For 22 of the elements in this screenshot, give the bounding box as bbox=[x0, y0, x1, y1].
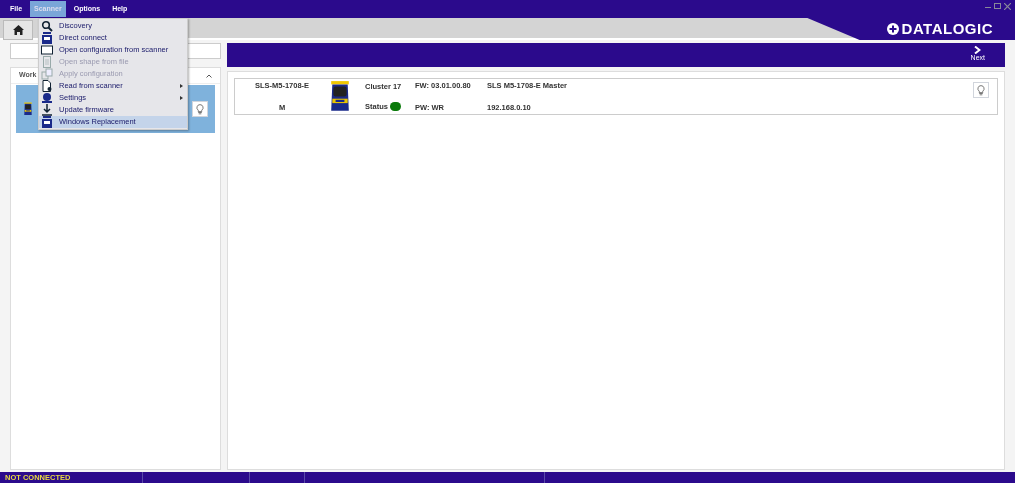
logo-icon bbox=[886, 22, 899, 35]
scanner-icon bbox=[329, 80, 351, 113]
chevron-right-icon bbox=[974, 46, 982, 54]
home-icon bbox=[12, 25, 24, 35]
scanner-icon bbox=[41, 116, 53, 128]
documents-icon bbox=[41, 68, 53, 80]
restore-icon[interactable] bbox=[994, 3, 1001, 9]
document-icon bbox=[41, 56, 53, 68]
scanner-icon bbox=[41, 32, 53, 44]
submenu-arrow-icon bbox=[180, 84, 183, 88]
collapse-chevron-icon[interactable] bbox=[206, 73, 212, 78]
home-tab[interactable] bbox=[3, 20, 33, 40]
lightbulb-icon[interactable] bbox=[973, 82, 989, 98]
submenu-arrow-icon bbox=[180, 96, 183, 100]
logo-text: DATALOGIC bbox=[901, 21, 993, 36]
close-icon[interactable] bbox=[1004, 3, 1011, 10]
download-icon bbox=[41, 104, 53, 116]
scanner-icon bbox=[23, 102, 33, 116]
document-gear-icon bbox=[41, 80, 53, 92]
window-icon bbox=[41, 44, 53, 56]
search-icon bbox=[41, 20, 53, 32]
lightbulb-icon[interactable] bbox=[192, 101, 208, 117]
